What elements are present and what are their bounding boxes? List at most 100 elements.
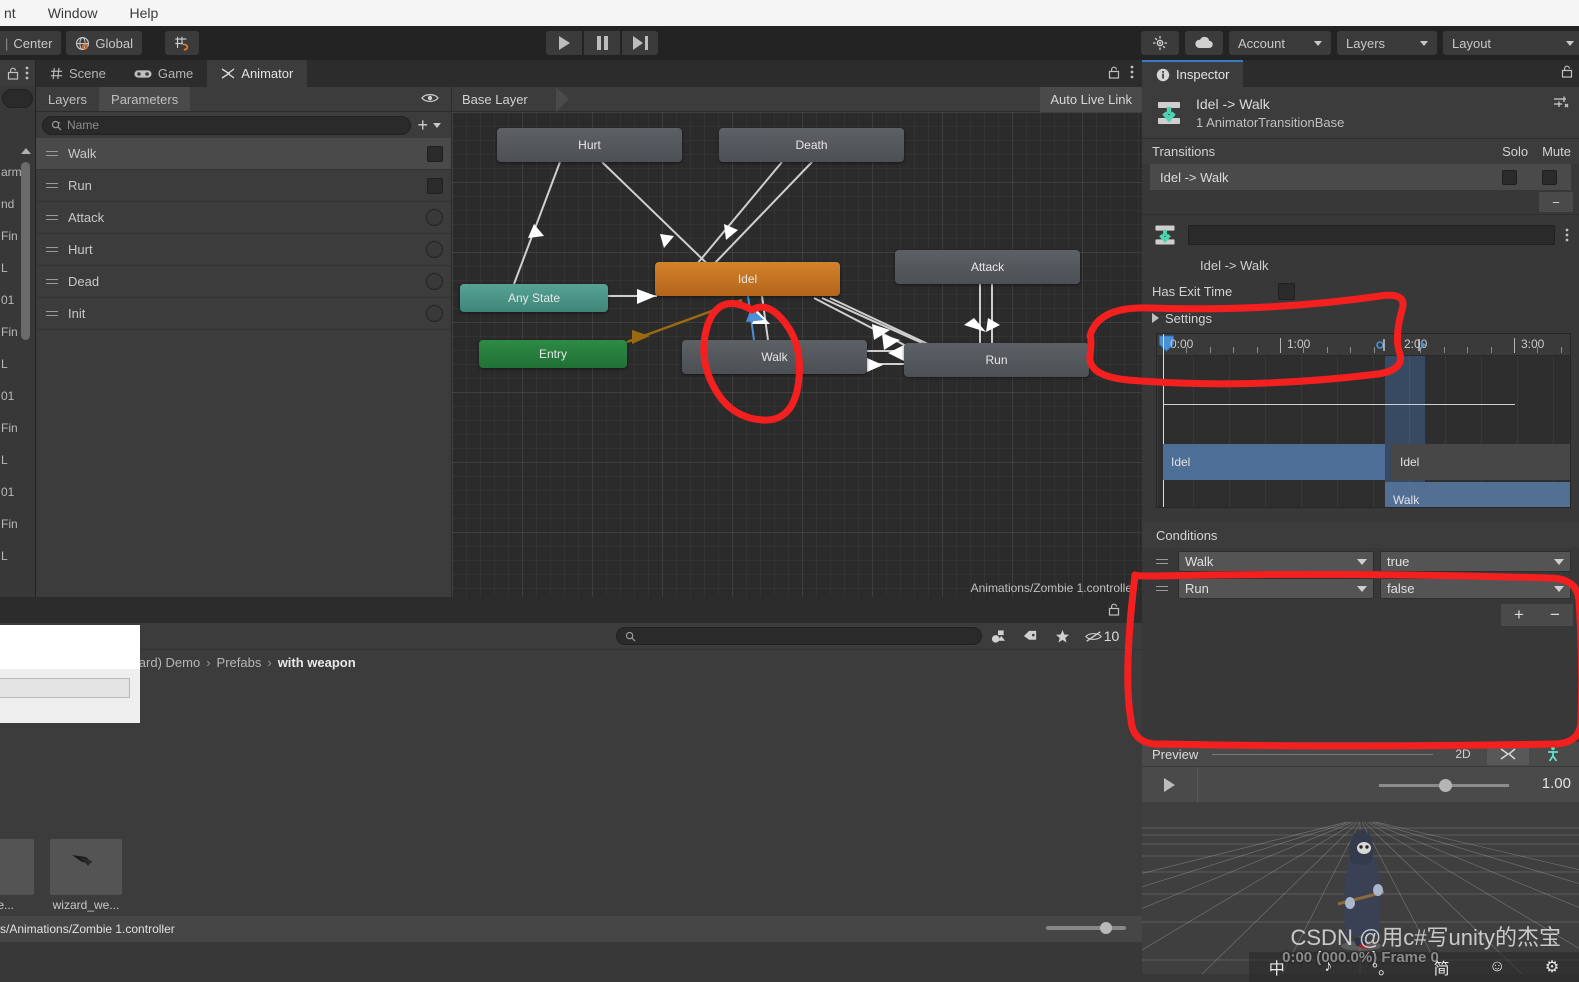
parameter-trigger-radio[interactable]: [426, 209, 443, 226]
hierarchy-row[interactable]: arm: [0, 156, 36, 188]
condition-value-dropdown[interactable]: true: [1380, 551, 1571, 572]
auto-live-link-button[interactable]: Auto Live Link: [1040, 87, 1142, 112]
tab-inspector[interactable]: Inspector: [1142, 60, 1244, 87]
state-node-run[interactable]: Run: [904, 343, 1089, 377]
parameter-trigger-radio[interactable]: [426, 241, 443, 258]
project-asset-grid[interactable]: _we... wizard_we...: [0, 675, 1142, 916]
more-options-icon[interactable]: [1130, 602, 1134, 616]
add-parameter-button[interactable]: +: [417, 115, 445, 136]
timeline-clip[interactable]: Idel: [1163, 444, 1385, 480]
overlay-popup-field[interactable]: [0, 678, 130, 698]
subtab-layers[interactable]: Layers: [36, 87, 99, 111]
preview-avatar-toggle[interactable]: [1537, 743, 1569, 765]
parameter-row[interactable]: Run: [36, 170, 451, 202]
drag-handle-icon[interactable]: [46, 214, 58, 222]
more-options-icon[interactable]: [1130, 65, 1134, 79]
layout-dropdown[interactable]: Layout: [1443, 31, 1579, 55]
timeline-ruler[interactable]: 0:00 1:00 2:00 3:00: [1157, 334, 1570, 356]
ime-button[interactable]: 简: [1434, 955, 1450, 979]
hierarchy-row[interactable]: nd: [0, 188, 36, 220]
state-machine-canvas[interactable]: Hurt Death Attack Idel Any State Entry Walk Run…: [452, 112, 1142, 597]
parameter-bool-checkbox[interactable]: [427, 145, 443, 162]
transition-name-input[interactable]: [1188, 224, 1555, 245]
tab-scene[interactable]: Scene: [36, 60, 120, 87]
drag-handle-icon[interactable]: [46, 150, 58, 158]
state-node-death[interactable]: Death: [719, 128, 904, 162]
timeline-end-handle-icon[interactable]: [1415, 337, 1431, 353]
ime-button[interactable]: °。: [1372, 955, 1394, 979]
remove-condition-button[interactable]: −: [1537, 604, 1573, 626]
state-node-hurt[interactable]: Hurt: [497, 128, 682, 162]
lock-icon[interactable]: [7, 67, 19, 80]
condition-parameter-dropdown[interactable]: Walk: [1178, 551, 1374, 572]
breadcrumb-item-2[interactable]: with weapon: [278, 655, 356, 670]
component-settings-icon[interactable]: [1553, 95, 1569, 111]
solo-checkbox[interactable]: [1502, 169, 1517, 185]
slider-knob[interactable]: [1439, 779, 1452, 792]
ime-button[interactable]: ♪: [1324, 958, 1332, 976]
parameter-row[interactable]: Dead: [36, 266, 451, 298]
parameter-row[interactable]: Attack: [36, 202, 451, 234]
more-options-icon[interactable]: [25, 66, 29, 80]
step-button[interactable]: [622, 31, 658, 55]
drag-handle-icon[interactable]: [46, 310, 58, 318]
hierarchy-row[interactable]: Fin: [0, 316, 36, 348]
drag-handle-icon[interactable]: [1156, 585, 1168, 593]
tab-animator[interactable]: Animator: [207, 60, 308, 87]
preview-play-button[interactable]: [1142, 766, 1198, 803]
hierarchy-row[interactable]: Fin: [0, 220, 36, 252]
pause-button[interactable]: [584, 31, 620, 55]
drag-handle-icon[interactable]: [46, 246, 58, 254]
handle-space-button[interactable]: Global: [66, 31, 142, 55]
mute-checkbox[interactable]: [1542, 169, 1557, 185]
thumbnail-size-slider[interactable]: [1046, 922, 1126, 934]
condition-value-dropdown[interactable]: false: [1380, 578, 1571, 599]
drag-handle-icon[interactable]: [1156, 558, 1168, 566]
condition-parameter-dropdown[interactable]: Run: [1178, 578, 1374, 599]
remove-transition-button[interactable]: −: [1539, 192, 1573, 212]
state-node-walk[interactable]: Walk: [682, 340, 867, 374]
has-exit-time-checkbox[interactable]: [1278, 283, 1296, 300]
hierarchy-row[interactable]: Fin: [0, 508, 36, 540]
lock-icon[interactable]: [1108, 66, 1120, 79]
ime-button[interactable]: ⚙: [1545, 957, 1559, 977]
scene-light-button[interactable]: [1141, 31, 1179, 55]
state-node-idel[interactable]: Idel: [655, 262, 840, 296]
cloud-button[interactable]: [1185, 31, 1223, 55]
tab-game[interactable]: Game: [120, 60, 207, 87]
menu-item-window[interactable]: Window: [44, 5, 102, 21]
hierarchy-row[interactable]: 01: [0, 380, 36, 412]
subtab-parameters[interactable]: Parameters: [99, 87, 191, 111]
timeline-start-handle-icon[interactable]: [1375, 337, 1391, 353]
breadcrumb-base-layer[interactable]: Base Layer: [452, 92, 528, 107]
slider-knob[interactable]: [1100, 922, 1112, 934]
breadcrumb-item-1[interactable]: Prefabs: [217, 655, 262, 670]
parameter-row[interactable]: Init: [36, 298, 451, 330]
state-node-entry[interactable]: Entry: [479, 340, 627, 368]
parameter-search-input[interactable]: Name: [42, 115, 412, 135]
transition-list-item[interactable]: Idel -> Walk: [1150, 164, 1571, 190]
hidden-assets-count[interactable]: 10: [1078, 625, 1126, 647]
timeline-clip[interactable]: Walk: [1385, 482, 1570, 507]
drag-handle-icon[interactable]: [46, 278, 58, 286]
parameter-trigger-radio[interactable]: [426, 305, 443, 322]
filter-by-type-button[interactable]: [982, 625, 1014, 647]
filter-by-label-button[interactable]: [1014, 625, 1046, 647]
preview-pivot-toggle[interactable]: [1487, 743, 1529, 765]
hierarchy-row[interactable]: L: [0, 348, 36, 380]
pivot-rotation-button[interactable]: | Center: [0, 31, 62, 55]
parameter-bool-checkbox[interactable]: [427, 177, 443, 194]
ime-toolbar[interactable]: 中 ♪ °。 简 ☺ ⚙: [1249, 952, 1579, 982]
menu-item-component[interactable]: nt: [0, 5, 20, 21]
play-button[interactable]: [546, 31, 582, 55]
lock-icon[interactable]: [1561, 65, 1573, 78]
preview-2d-toggle[interactable]: 2D: [1447, 743, 1479, 765]
drag-handle-icon[interactable]: [46, 182, 58, 190]
ime-button[interactable]: ☺: [1489, 958, 1505, 976]
layers-dropdown[interactable]: Layers: [1337, 31, 1437, 55]
hierarchy-search-input[interactable]: [2, 89, 33, 108]
eye-icon[interactable]: [421, 92, 439, 104]
add-condition-button[interactable]: +: [1501, 604, 1537, 626]
grid-snap-button[interactable]: [165, 31, 199, 55]
hierarchy-row[interactable]: L: [0, 444, 36, 476]
